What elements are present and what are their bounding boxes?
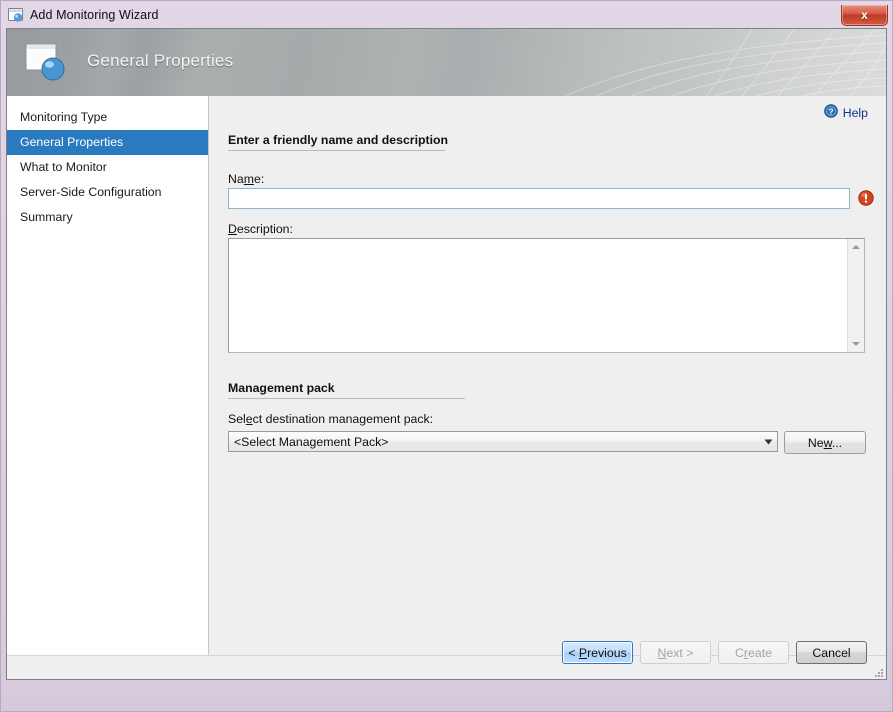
wizard-banner: General Properties xyxy=(7,29,886,96)
scroll-down-arrow[interactable] xyxy=(848,336,864,352)
close-button[interactable]: x xyxy=(841,5,888,26)
previous-button[interactable]: < Previous xyxy=(562,641,633,664)
description-scrollbar[interactable] xyxy=(847,239,864,352)
wizard-content-pane: ? Help Enter a friendly name and descrip… xyxy=(210,96,886,655)
description-label-accel: D xyxy=(228,222,237,236)
error-exclamation-icon xyxy=(858,190,874,206)
next-button-label: Next > xyxy=(658,646,694,660)
name-input[interactable] xyxy=(228,188,850,209)
wizard-step-list: Monitoring Type General Properties What … xyxy=(7,96,209,655)
close-icon: x xyxy=(861,9,868,21)
wizard-window: Add Monitoring Wizard x xyxy=(0,0,893,712)
scroll-up-arrow[interactable] xyxy=(848,239,864,255)
banner-title: General Properties xyxy=(87,51,233,71)
name-label-accel: m xyxy=(244,172,254,186)
name-label-post: e: xyxy=(254,172,264,186)
new-button-label: New... xyxy=(808,436,842,450)
management-pack-label: Select destination management pack: xyxy=(228,412,433,426)
wizard-client-area: General Properties Monitoring Type Gener… xyxy=(6,28,887,680)
next-button[interactable]: Next > xyxy=(640,641,711,664)
management-pack-selected-value: <Select Management Pack> xyxy=(229,435,759,449)
cancel-button[interactable]: Cancel xyxy=(796,641,867,664)
sidebar-item-what-to-monitor[interactable]: What to Monitor xyxy=(7,155,208,180)
name-label-pre: Na xyxy=(228,172,244,186)
help-question-icon: ? xyxy=(824,104,838,121)
section-heading-management-pack: Management pack xyxy=(228,381,335,395)
sidebar-item-label: Monitoring Type xyxy=(20,110,107,124)
wizard-sphere-icon xyxy=(25,43,69,83)
sidebar-item-label: What to Monitor xyxy=(20,160,107,174)
sidebar-item-label: Summary xyxy=(20,210,73,224)
chevron-down-icon xyxy=(759,439,777,445)
banner-mesh-graphic xyxy=(556,29,886,96)
mp-label-accel: e xyxy=(246,412,253,426)
management-pack-select[interactable]: <Select Management Pack> xyxy=(228,431,778,452)
section-rule-name-description xyxy=(228,150,445,151)
section-heading-name-description: Enter a friendly name and description xyxy=(228,133,448,147)
description-textarea[interactable] xyxy=(229,239,848,352)
window-title: Add Monitoring Wizard xyxy=(30,8,159,22)
create-button-label: Create xyxy=(735,646,772,660)
mp-label-post: ct destination management pack: xyxy=(253,412,433,426)
description-label-post: escription: xyxy=(237,222,293,236)
sidebar-item-general-properties[interactable]: General Properties xyxy=(7,130,208,155)
svg-text:?: ? xyxy=(828,106,833,116)
sidebar-item-server-side-configuration[interactable]: Server-Side Configuration xyxy=(7,180,208,205)
new-management-pack-button[interactable]: New... xyxy=(784,431,866,454)
sidebar-item-label: Server-Side Configuration xyxy=(20,185,162,199)
name-field-label: Name: xyxy=(228,172,264,186)
cancel-button-label: Cancel xyxy=(812,646,850,660)
help-link[interactable]: ? Help xyxy=(824,104,868,121)
sidebar-item-monitoring-type[interactable]: Monitoring Type xyxy=(7,105,208,130)
section-rule-management-pack xyxy=(228,398,465,399)
description-field-label: Description: xyxy=(228,222,293,236)
wizard-button-bar: < Previous Next > Create Cancel xyxy=(210,629,886,679)
sidebar-item-summary[interactable]: Summary xyxy=(7,205,208,230)
mp-label-pre: Sel xyxy=(228,412,246,426)
description-textarea-box xyxy=(228,238,865,353)
previous-button-label: < Previous xyxy=(568,646,626,660)
sidebar-item-label: General Properties xyxy=(20,135,123,149)
create-button[interactable]: Create xyxy=(718,641,789,664)
help-label: Help xyxy=(843,106,868,120)
title-bar[interactable]: Add Monitoring Wizard x xyxy=(6,5,889,28)
wizard-window-icon xyxy=(8,8,25,23)
